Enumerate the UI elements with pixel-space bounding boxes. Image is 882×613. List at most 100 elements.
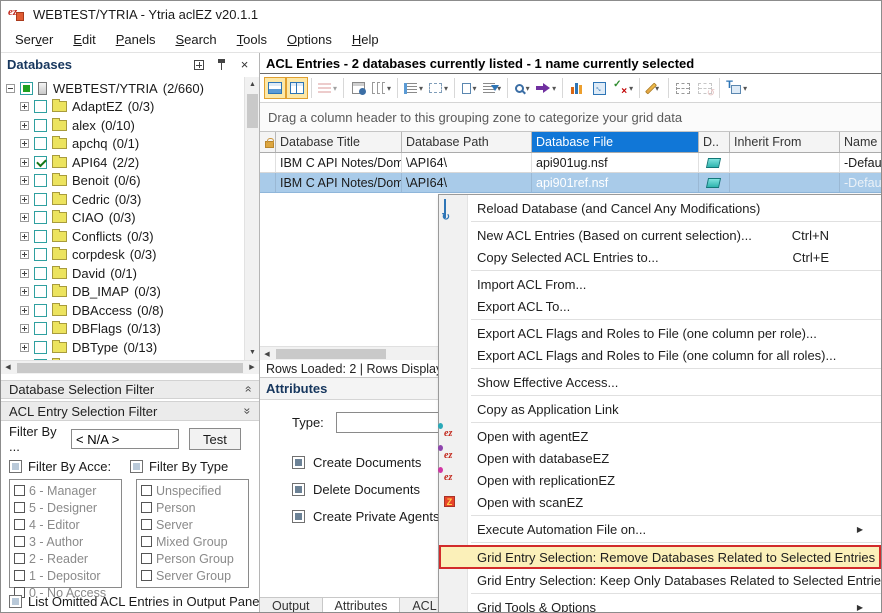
- menu-item-show-effective-access[interactable]: Show Effective Access...: [439, 371, 882, 393]
- column-header-database-path[interactable]: Database Path: [402, 132, 532, 152]
- list-item[interactable]: Server Group: [141, 568, 244, 583]
- tree-item[interactable]: corpdesk(0/3): [1, 245, 259, 264]
- text-date-button[interactable]: ▾: [723, 77, 750, 99]
- menu-search[interactable]: Search: [165, 29, 226, 50]
- tree-item[interactable]: DBAccess(0/8): [1, 301, 259, 320]
- date-columns-button[interactable]: [347, 77, 369, 99]
- tree-checkbox[interactable]: [34, 100, 47, 113]
- tree-item[interactable]: DBFlags(0/13): [1, 319, 259, 338]
- menu-item-execute-automation-file[interactable]: Execute Automation File on...▶: [439, 518, 882, 540]
- checkbox[interactable]: [14, 502, 25, 513]
- tree-checkbox[interactable]: [34, 119, 47, 132]
- expand-icon[interactable]: [20, 306, 29, 315]
- expand-icon[interactable]: [20, 158, 29, 167]
- column-header-database-title[interactable]: Database Title: [276, 132, 402, 152]
- insert-rows-button[interactable]: ▾: [315, 77, 340, 99]
- checkbox[interactable]: [14, 485, 25, 496]
- tree-item[interactable]: Conflicts(0/3): [1, 227, 259, 246]
- grid-row-1[interactable]: IBM C API Notes/Domino 9 \API64\ api901u…: [260, 153, 881, 173]
- expand-icon[interactable]: [20, 213, 29, 222]
- tree-checkbox[interactable]: [34, 193, 47, 206]
- selection-button[interactable]: ▾: [426, 77, 451, 99]
- tree-checkbox[interactable]: [34, 341, 47, 354]
- menu-item-new-acl-entries[interactable]: New ACL Entries (Based on current select…: [439, 224, 882, 246]
- test-button[interactable]: Test: [189, 428, 241, 450]
- column-header-name[interactable]: Name: [840, 132, 881, 152]
- tree-checkbox[interactable]: [20, 82, 33, 95]
- tree-checkbox[interactable]: [34, 156, 47, 169]
- checkbox[interactable]: [141, 519, 152, 530]
- list-item[interactable]: Unspecified: [141, 483, 244, 498]
- acl-entry-selection-filter-bar[interactable]: ACL Entry Selection Filter »: [1, 401, 259, 421]
- column-header-inherit-from[interactable]: Inherit From: [730, 132, 840, 152]
- expand-panel-button[interactable]: [190, 57, 207, 73]
- column-header-database-file[interactable]: Database File: [532, 132, 699, 152]
- tree-item-api64[interactable]: API64(2/2): [1, 153, 259, 172]
- grid-lines-button[interactable]: [672, 77, 694, 99]
- menu-item-copy-as-application-link[interactable]: Copy as Application Link: [439, 398, 882, 420]
- tree-item[interactable]: apchq(0/1): [1, 134, 259, 153]
- search-button[interactable]: ▾: [511, 77, 533, 99]
- menu-item-grid-tools-options[interactable]: Grid Tools & Options▶: [439, 596, 882, 613]
- database-selection-filter-bar[interactable]: Database Selection Filter »: [1, 380, 259, 400]
- list-item[interactable]: 1 - Depositor: [14, 568, 117, 583]
- menu-item-open-with-agentez[interactable]: Open with agentEZ: [439, 425, 882, 447]
- tab-attributes[interactable]: Attributes: [322, 598, 401, 613]
- sort-button[interactable]: ▾: [480, 77, 504, 99]
- menu-panels[interactable]: Panels: [106, 29, 166, 50]
- checkbox[interactable]: [141, 553, 152, 564]
- menu-item-open-with-scanez[interactable]: Open with scanEZ: [439, 491, 882, 513]
- check-uncheck-button[interactable]: ▾: [610, 77, 636, 99]
- menu-edit[interactable]: Edit: [63, 29, 105, 50]
- column-options-button[interactable]: ▾: [369, 77, 394, 99]
- delete-documents-checkbox[interactable]: [292, 483, 305, 496]
- menu-item-copy-selected-acl-entries[interactable]: Copy Selected ACL Entries to...Ctrl+E: [439, 246, 882, 268]
- tree-root-server[interactable]: WEBTEST/YTRIA (2/660): [1, 79, 259, 98]
- export-button[interactable]: ▾: [533, 77, 559, 99]
- tree-item[interactable]: AdaptEZ(0/3): [1, 97, 259, 116]
- grouping-zone[interactable]: Drag a column header to this grouping zo…: [260, 103, 881, 132]
- expand-icon[interactable]: [20, 121, 29, 130]
- checkbox[interactable]: [141, 536, 152, 547]
- tree-checkbox[interactable]: [34, 248, 47, 261]
- tree-checkbox[interactable]: [34, 137, 47, 150]
- checkbox[interactable]: [141, 485, 152, 496]
- tree-item[interactable]: alex(0/10): [1, 116, 259, 135]
- scroll-down-icon[interactable]: ▼: [245, 345, 259, 360]
- menu-tools[interactable]: Tools: [227, 29, 277, 50]
- expand-icon[interactable]: [20, 195, 29, 204]
- expand-icon[interactable]: [20, 176, 29, 185]
- checkbox[interactable]: [141, 570, 152, 581]
- scrollbar-thumb[interactable]: [17, 363, 243, 373]
- close-panel-button[interactable]: ×: [236, 57, 253, 73]
- row-display-button[interactable]: ▾: [401, 77, 426, 99]
- filter-value-input[interactable]: [71, 429, 179, 449]
- tree-checkbox[interactable]: [34, 230, 47, 243]
- menu-server[interactable]: Server: [5, 29, 63, 50]
- scroll-up-icon[interactable]: ▲: [245, 77, 259, 92]
- lock-column-header[interactable]: [260, 132, 276, 152]
- column-header-d[interactable]: D..: [699, 132, 730, 152]
- scrollbar-thumb[interactable]: [247, 94, 258, 128]
- chart-button[interactable]: [566, 77, 588, 99]
- filter-by-type-checkbox[interactable]: [130, 460, 143, 473]
- expand-icon[interactable]: [20, 269, 29, 278]
- edit-button[interactable]: ▾: [643, 77, 665, 99]
- collapse-icon[interactable]: [6, 84, 15, 93]
- menu-item-export-flags-all-roles[interactable]: Export ACL Flags and Roles to File (one …: [439, 344, 882, 366]
- checkbox[interactable]: [14, 536, 25, 547]
- menu-options[interactable]: Options: [277, 29, 342, 50]
- tree-item[interactable]: DBType(0/13): [1, 338, 259, 357]
- expand-icon[interactable]: [20, 250, 29, 259]
- checkbox[interactable]: [14, 519, 25, 530]
- tree-item[interactable]: CIAO(0/3): [1, 208, 259, 227]
- tree-item[interactable]: Benoit(0/6): [1, 171, 259, 190]
- menu-item-reload-database[interactable]: Reload Database (and Cancel Any Modifica…: [439, 197, 882, 219]
- list-omitted-checkbox[interactable]: [9, 595, 22, 608]
- undo-grid-button[interactable]: [694, 77, 716, 99]
- checkbox[interactable]: [14, 553, 25, 564]
- view-flat-button[interactable]: [264, 77, 286, 99]
- scroll-left-icon[interactable]: ◀: [1, 361, 15, 374]
- pin-panel-button[interactable]: [213, 57, 230, 73]
- list-item[interactable]: 6 - Manager: [14, 483, 117, 498]
